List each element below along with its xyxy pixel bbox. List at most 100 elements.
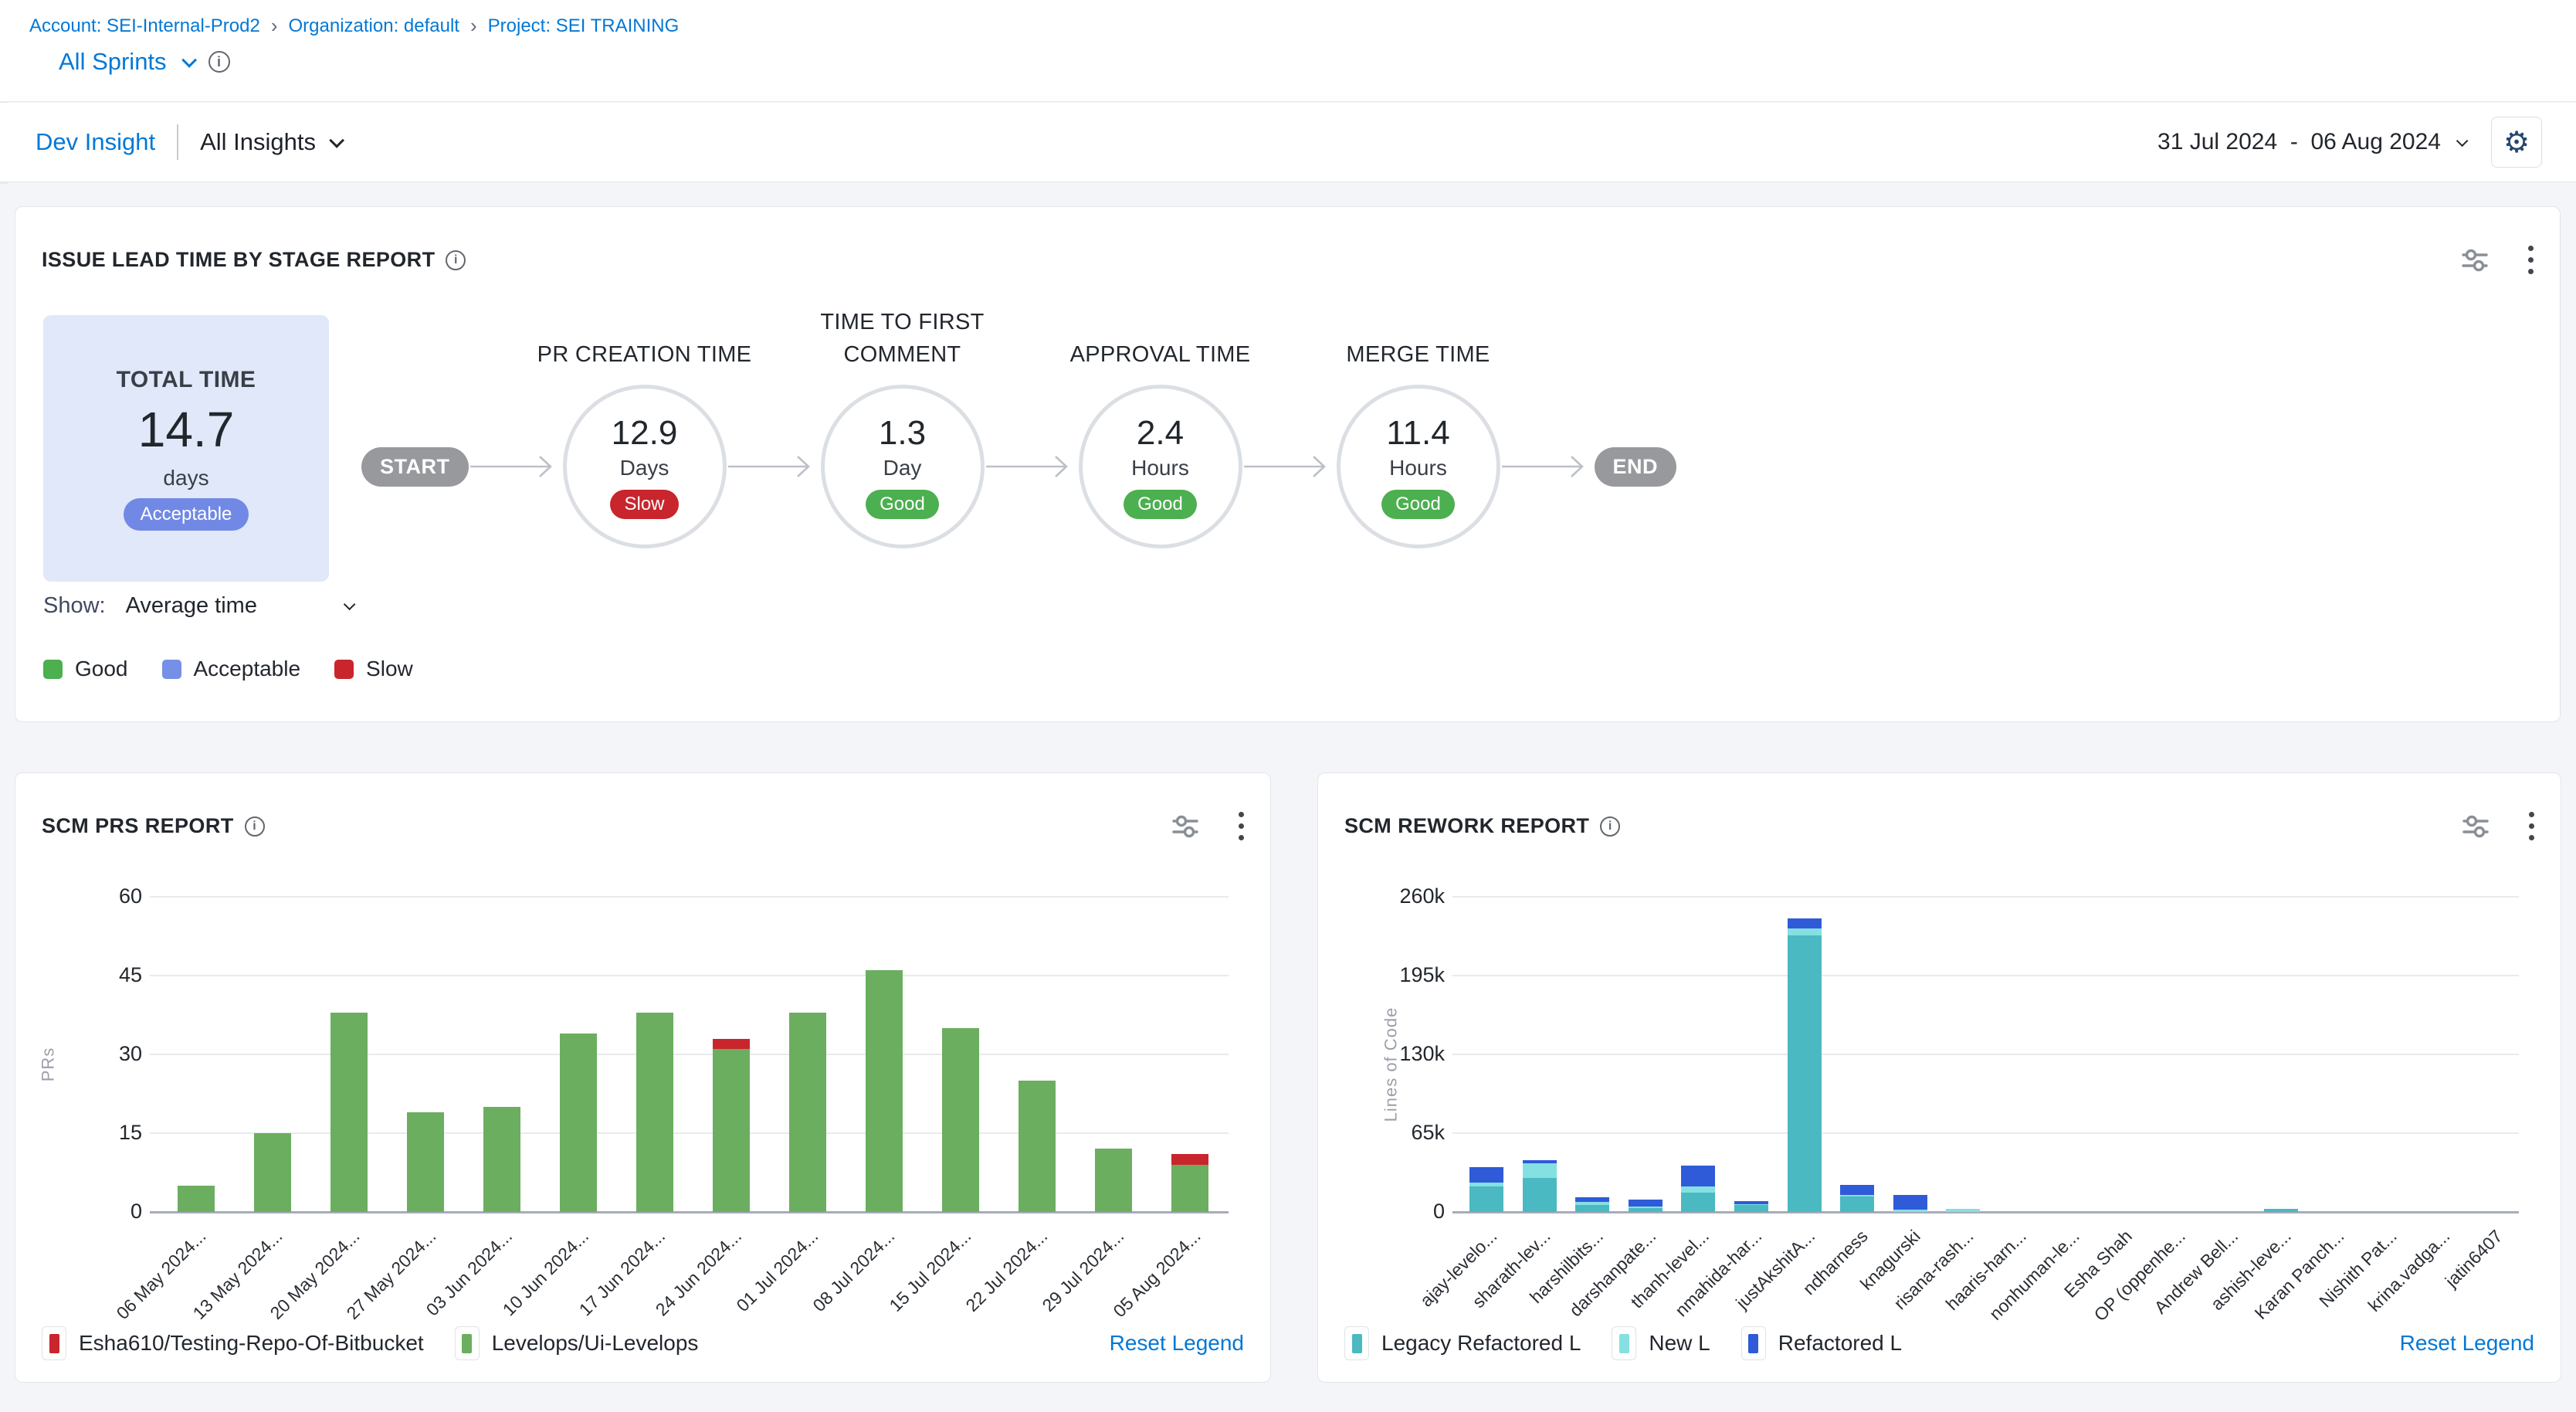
insight-dropdown-label[interactable]: All Insights (200, 128, 316, 156)
bar-segment[interactable] (1575, 1205, 1609, 1212)
bar-segment[interactable] (713, 1039, 750, 1050)
bar-segment[interactable] (636, 1013, 673, 1212)
breadcrumb: Account: SEI-Internal-Prod2 › Organization… (29, 14, 679, 38)
show-dropdown[interactable]: Show: Average time (43, 593, 352, 619)
bar-segment[interactable] (1523, 1160, 1557, 1163)
reset-legend-link[interactable]: Reset Legend (1110, 1331, 1244, 1356)
chevron-down-icon[interactable] (2456, 134, 2469, 147)
total-time-badge: Acceptable (124, 498, 249, 531)
legend-item[interactable]: Esha610/Testing-Repo-Of-Bitbucket (42, 1326, 424, 1360)
gridline (150, 1132, 1229, 1134)
insight-dropdown[interactable]: All Insights (200, 128, 341, 156)
kebab-menu-button[interactable] (2526, 809, 2537, 843)
bar-segment[interactable] (1788, 935, 1822, 1212)
bar-segment[interactable] (1788, 928, 1822, 935)
stage-circle[interactable]: 12.9DaysSlow (563, 385, 727, 548)
bar-segment[interactable] (407, 1112, 444, 1212)
bar-segment[interactable] (1469, 1183, 1503, 1186)
widget-filters-button[interactable] (2459, 244, 2491, 277)
bar-segment[interactable] (1681, 1166, 1715, 1186)
legend-swatch (1741, 1326, 1766, 1360)
bar-segment[interactable] (1681, 1193, 1715, 1212)
bar-segment[interactable] (1469, 1167, 1503, 1183)
widget-filters-button[interactable] (1169, 810, 1202, 843)
stage-circle[interactable]: 2.4HoursGood (1079, 385, 1242, 548)
gridline (150, 1054, 1229, 1055)
bar-segment[interactable] (1893, 1195, 1927, 1210)
info-icon[interactable]: i (1600, 816, 1620, 837)
kebab-menu-button[interactable] (2525, 243, 2537, 277)
bar-segment[interactable] (330, 1013, 368, 1212)
bar-segment[interactable] (789, 1013, 826, 1212)
stage-circle[interactable]: 1.3DayGood (821, 385, 985, 548)
y-axis-title: Lines of Code (1381, 1007, 1401, 1122)
info-icon[interactable]: i (208, 51, 230, 73)
bar-segment[interactable] (1840, 1196, 1874, 1212)
stage-value: 12.9 (612, 414, 678, 453)
bar-segment[interactable] (1734, 1201, 1768, 1204)
legend-item[interactable]: Refactored L (1741, 1326, 1902, 1360)
gear-icon: ⚙ (2503, 127, 2530, 157)
stage-circle[interactable]: 11.4HoursGood (1337, 385, 1500, 548)
bar-segment[interactable] (1681, 1186, 1715, 1193)
bar-segment[interactable] (1629, 1208, 1663, 1212)
breadcrumb-item[interactable]: Project: SEI TRAINING (488, 15, 680, 37)
bar-segment[interactable] (942, 1028, 979, 1212)
widget-filters-button[interactable] (2459, 810, 2492, 843)
settings-button[interactable]: ⚙ (2491, 117, 2542, 168)
breadcrumb-item[interactable]: Organization: default (289, 15, 459, 37)
legend-item-slow[interactable]: Slow (334, 657, 413, 681)
breadcrumb-separator: › (271, 14, 278, 38)
stage-title: MERGE TIME (1280, 301, 1557, 371)
bar-segment[interactable] (1946, 1209, 1980, 1212)
reset-legend-link[interactable]: Reset Legend (2400, 1331, 2534, 1356)
kebab-menu-button[interactable] (1235, 809, 1247, 843)
flow-arrow (727, 451, 821, 482)
bar-segment[interactable] (1734, 1205, 1768, 1212)
insight-header: Dev Insight All Insights 31 Jul 2024 - 0… (0, 103, 2576, 182)
bar-segment[interactable] (178, 1186, 215, 1212)
info-icon[interactable]: i (245, 816, 265, 837)
legend-item-good[interactable]: Good (43, 657, 128, 681)
legend-item[interactable]: Legacy Refactored L (1344, 1326, 1581, 1360)
bar-segment[interactable] (1523, 1178, 1557, 1212)
stage-merge-time[interactable]: MERGE TIME11.4HoursGood (1337, 385, 1500, 548)
bar-segment[interactable] (1095, 1149, 1132, 1212)
chevron-down-icon[interactable] (344, 599, 356, 611)
date-range-picker[interactable]: 31 Jul 2024 - 06 Aug 2024 (2157, 129, 2465, 155)
legend-item-acceptable[interactable]: Acceptable (162, 657, 301, 681)
gridline (1452, 1132, 2519, 1134)
bar-segment[interactable] (254, 1133, 291, 1212)
show-value[interactable]: Average time (126, 593, 257, 619)
x-axis-line (150, 1211, 1229, 1213)
bar-segment[interactable] (1171, 1154, 1208, 1165)
tab-dev-insight[interactable]: Dev Insight (36, 128, 155, 156)
gridline (1452, 896, 2519, 898)
breadcrumb-item[interactable]: Account: SEI-Internal-Prod2 (29, 15, 260, 37)
bar-segment[interactable] (1629, 1200, 1663, 1207)
chevron-down-icon[interactable] (181, 53, 197, 68)
chevron-down-icon[interactable] (329, 133, 344, 148)
sprint-selector[interactable]: All Sprints i (59, 48, 230, 76)
bar-segment[interactable] (560, 1034, 597, 1212)
info-icon[interactable]: i (446, 250, 466, 270)
bar-segment[interactable] (1523, 1163, 1557, 1178)
bar-segment[interactable] (2264, 1209, 2298, 1212)
bar-segment[interactable] (866, 970, 903, 1212)
legend-item[interactable]: Levelops/Ui-Levelops (455, 1326, 699, 1360)
bar-segment[interactable] (1840, 1185, 1874, 1195)
flow-arrow (1242, 451, 1337, 482)
bar-segment[interactable] (1788, 918, 1822, 928)
stage-pr-creation-time[interactable]: PR CREATION TIME12.9DaysSlow (563, 385, 727, 548)
sprint-selector-label[interactable]: All Sprints (59, 48, 167, 76)
bar-segment[interactable] (1171, 1165, 1208, 1212)
bar-segment[interactable] (483, 1107, 520, 1212)
date-range-label[interactable]: 31 Jul 2024 - 06 Aug 2024 (2157, 129, 2441, 155)
legend-item[interactable]: New L (1612, 1326, 1710, 1360)
bar-segment[interactable] (1019, 1081, 1056, 1212)
stage-approval-time[interactable]: APPROVAL TIME2.4HoursGood (1079, 385, 1242, 548)
bar-segment[interactable] (713, 1049, 750, 1212)
bar-segment[interactable] (1469, 1186, 1503, 1212)
bar-segment[interactable] (1575, 1197, 1609, 1202)
stage-time-to-first-comment[interactable]: TIME TO FIRST COMMENT1.3DayGood (821, 385, 985, 548)
